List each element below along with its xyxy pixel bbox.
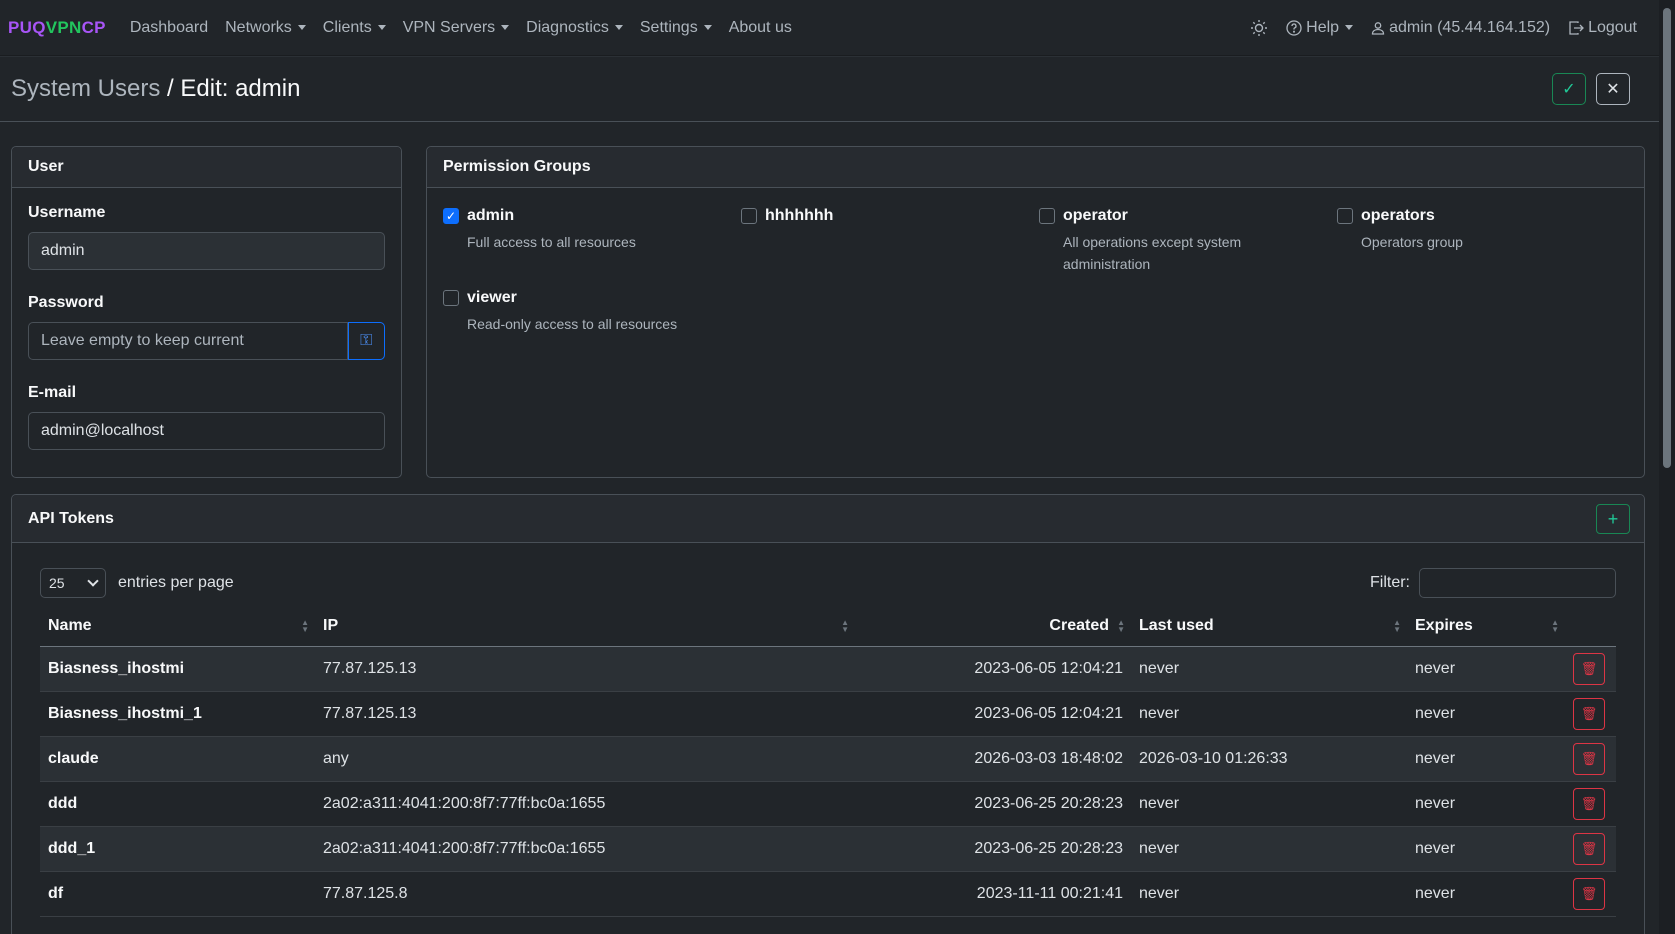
filter-label: Filter: [1370, 574, 1410, 591]
header-actions: ✓ ✕ [1552, 72, 1630, 105]
question-circle-icon [1286, 19, 1302, 36]
check-icon: ✓ [1562, 80, 1576, 98]
scrollbar-thumb[interactable] [1663, 8, 1671, 468]
checkbox-admin[interactable]: ✓ [443, 208, 459, 224]
nav-settings[interactable]: Settings [640, 19, 712, 37]
table-row: Biasness_ihostmi 77.87.125.13 2023-06-05… [40, 646, 1616, 692]
page-size-select[interactable]: 25 [40, 568, 106, 598]
table-row: ddd 2a02:a311:4041:200:8f7:77ff:bc0a:165… [40, 781, 1616, 827]
trash-icon: 🗑 [1580, 795, 1598, 811]
table-row: ddd_1 2a02:a311:4041:200:8f7:77ff:bc0a:1… [40, 826, 1616, 872]
table-row: df 77.87.125.8 2023-11-11 00:21:41 never… [40, 871, 1616, 917]
generate-password-button[interactable]: ⚿ [347, 322, 385, 360]
breadcrumb-current: Edit: admin [180, 74, 301, 102]
table-row: claude any 2026-03-03 18:48:02 2026-03-1… [40, 736, 1616, 782]
caret-down-icon [377, 25, 386, 30]
nav-clients[interactable]: Clients [323, 19, 386, 37]
col-ip[interactable]: IP ▲ ▼ [315, 606, 855, 647]
api-tokens-table: Name ▲ ▼ IP ▲ ▼ Created ▲ ▼ Last used ▲ ▼ Expire… [40, 606, 1616, 917]
username-label: Username [28, 204, 106, 221]
person-icon [1371, 21, 1385, 35]
perm-group-viewer: viewer Read-only access to all resources [443, 289, 723, 335]
col-expires[interactable]: Expires ▲ ▼ [1407, 606, 1565, 647]
nav-help[interactable]: Help [1286, 19, 1354, 37]
sort-icon: ▲ ▼ [301, 618, 309, 634]
nav-user[interactable]: admin (45.44.164.152) [1371, 19, 1550, 37]
email-input[interactable] [28, 412, 385, 450]
permission-groups-card: Permission Groups ✓ admin Full access to … [426, 146, 1645, 478]
perm-group-operator: operator All operations except system ad… [1039, 207, 1319, 275]
caret-down-icon [614, 25, 623, 30]
delete-token-button[interactable]: 🗑 [1573, 787, 1605, 820]
top-navbar: PUQVPNCP Dashboard Networks Clients VPN … [0, 0, 1675, 56]
delete-token-button[interactable]: 🗑 [1573, 832, 1605, 865]
trash-icon: 🗑 [1580, 660, 1598, 676]
trash-icon: 🗑 [1580, 840, 1598, 856]
main-nav: Dashboard Networks Clients VPN Servers D… [130, 19, 792, 37]
table-header: Name ▲ ▼ IP ▲ ▼ Created ▲ ▼ Last used ▲ ▼ Expire… [40, 606, 1616, 647]
password-input[interactable] [28, 322, 348, 360]
sun-icon [1251, 19, 1268, 36]
checkbox-viewer[interactable] [443, 290, 459, 306]
email-label: E-mail [28, 384, 77, 401]
save-button[interactable]: ✓ [1552, 72, 1586, 105]
add-token-button[interactable]: + [1596, 504, 1630, 534]
permission-groups-title: Permission Groups [427, 147, 1644, 188]
delete-token-button[interactable]: 🗑 [1573, 742, 1605, 775]
user-card-title: User [12, 147, 401, 188]
key-icon: ⚿ [360, 332, 373, 349]
trash-icon: 🗑 [1580, 885, 1598, 901]
nav-right: Help admin (45.44.164.152) Logout [1250, 19, 1637, 37]
brand-logo[interactable]: PUQVPNCP [8, 18, 106, 38]
chevron-down-icon [87, 575, 99, 587]
username-input[interactable] [28, 232, 385, 270]
trash-icon: 🗑 [1580, 705, 1598, 721]
caret-down-icon [501, 25, 510, 30]
checkbox-hhhhhhh[interactable] [741, 208, 757, 224]
page-title: System Users / Edit: admin [11, 74, 301, 102]
perm-group-operators: operators Operators group [1337, 207, 1617, 253]
checkbox-operator[interactable] [1039, 208, 1055, 224]
plus-icon: + [1607, 508, 1619, 529]
perm-group-admin: ✓ admin Full access to all resources [443, 207, 723, 253]
col-created[interactable]: Created ▲ ▼ [855, 606, 1131, 647]
col-actions [1565, 606, 1616, 647]
col-last-used[interactable]: Last used ▲ ▼ [1131, 606, 1407, 647]
page-scrollbar[interactable] [1659, 0, 1675, 934]
user-card: User Username Password ⚿ E-mail [11, 146, 402, 478]
sort-icon: ▲ ▼ [1393, 618, 1401, 634]
theme-toggle-button[interactable] [1250, 19, 1268, 37]
nav-vpn-servers[interactable]: VPN Servers [403, 19, 510, 37]
perm-group-hhhhhhh: hhhhhhh [741, 207, 1021, 225]
api-tokens-card: API Tokens + 25 entries per page Filter:… [11, 494, 1645, 934]
nav-logout[interactable]: Logout [1568, 19, 1637, 37]
sort-icon: ▲ ▼ [1551, 618, 1559, 634]
logout-icon [1569, 20, 1584, 35]
delete-token-button[interactable]: 🗑 [1573, 877, 1605, 910]
nav-about-us[interactable]: About us [729, 19, 792, 37]
nav-diagnostics[interactable]: Diagnostics [526, 19, 623, 37]
delete-token-button[interactable]: 🗑 [1573, 697, 1605, 730]
table-row: Biasness_ihostmi_1 77.87.125.13 2023-06-… [40, 691, 1616, 737]
filter-input[interactable] [1419, 568, 1616, 598]
page-header: System Users / Edit: admin ✓ ✕ [0, 56, 1659, 122]
caret-down-icon [1345, 25, 1354, 30]
entries-label: entries per page [118, 574, 234, 591]
col-name[interactable]: Name ▲ ▼ [40, 606, 315, 647]
close-icon: ✕ [1606, 80, 1620, 98]
nav-dashboard[interactable]: Dashboard [130, 19, 208, 37]
trash-icon: 🗑 [1580, 750, 1598, 766]
breadcrumb-system-users[interactable]: System Users [11, 75, 160, 102]
password-label: Password [28, 294, 104, 311]
nav-networks[interactable]: Networks [225, 19, 306, 37]
cancel-button[interactable]: ✕ [1596, 72, 1630, 105]
api-tokens-title: API Tokens [12, 495, 1644, 543]
caret-down-icon [297, 25, 306, 30]
sort-icon: ▲ ▼ [1117, 618, 1125, 634]
password-group: ⚿ [28, 322, 385, 360]
delete-token-button[interactable]: 🗑 [1573, 652, 1605, 685]
sort-icon: ▲ ▼ [841, 618, 849, 634]
caret-down-icon [703, 25, 712, 30]
checkbox-operators[interactable] [1337, 208, 1353, 224]
